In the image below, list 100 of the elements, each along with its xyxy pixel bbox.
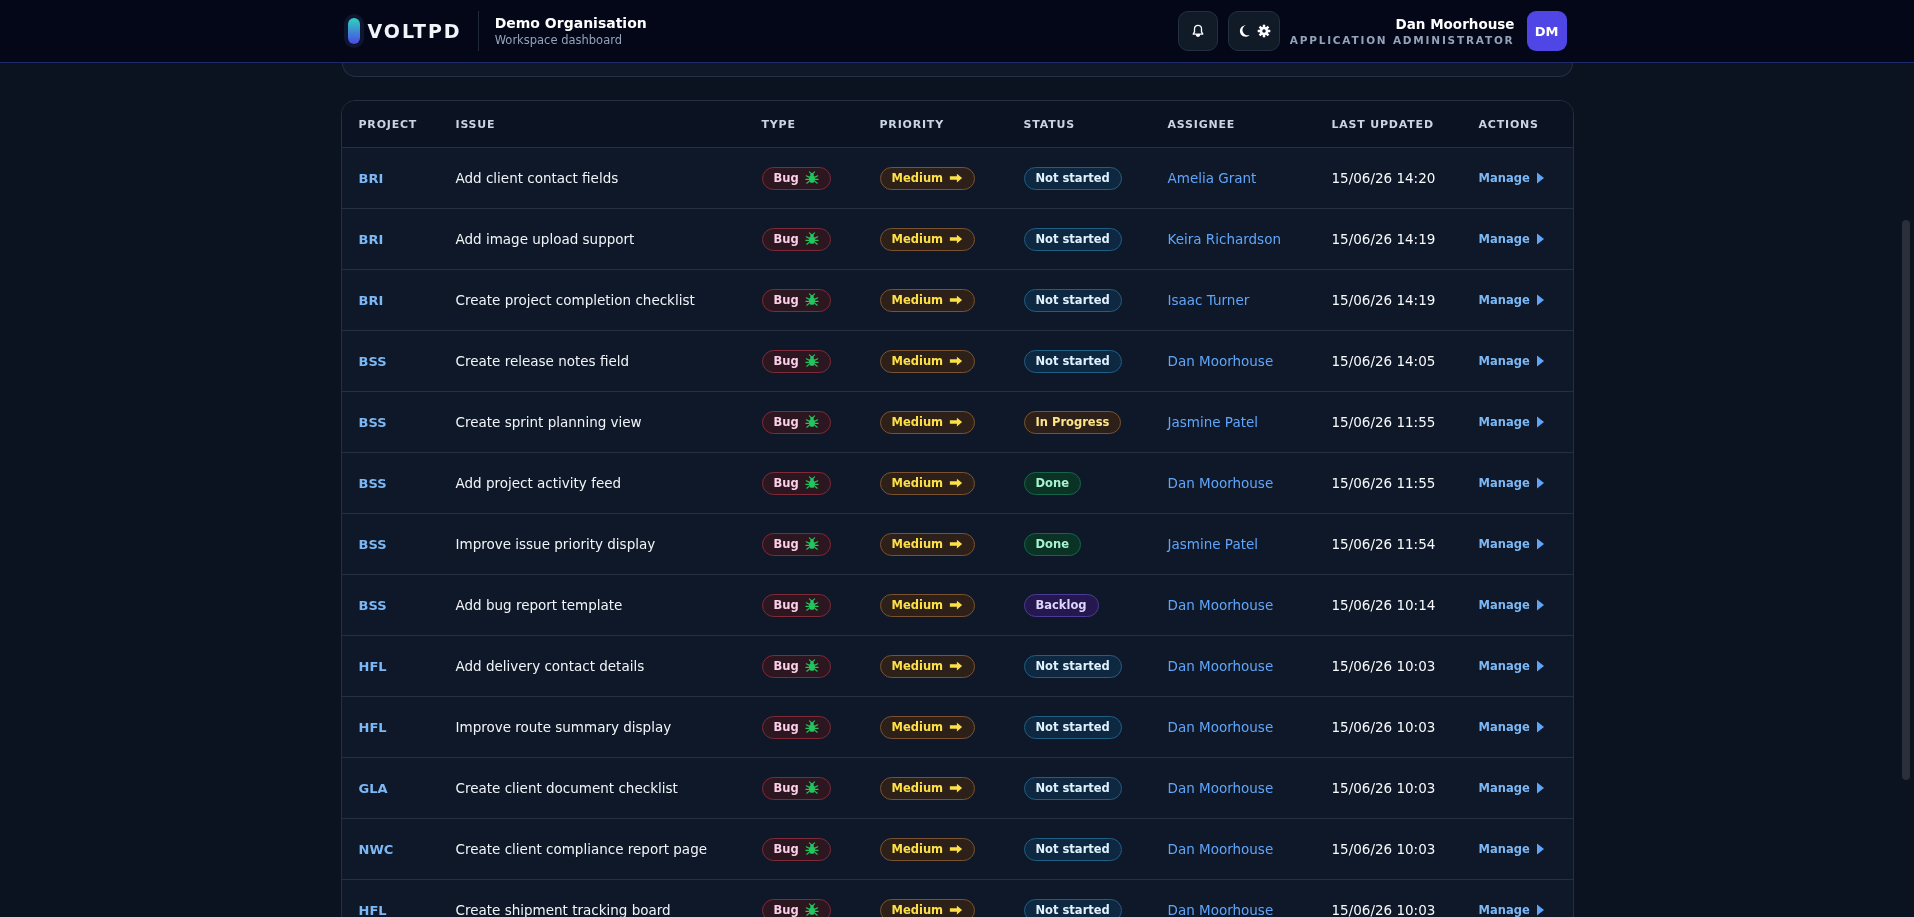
priority-badge: Medium: [879, 715, 976, 739]
table-cell: 15/06/26 10:03: [1331, 780, 1436, 796]
caret-icon: [1535, 172, 1545, 184]
bug-icon: [804, 354, 819, 368]
assignee-link[interactable]: Dan Moorhouse: [1167, 353, 1274, 369]
manage-link[interactable]: Manage: [1478, 720, 1545, 734]
status-badge: Not started: [1023, 654, 1122, 678]
issue-title: Add project activity feed: [455, 475, 622, 491]
project-link[interactable]: HFL: [358, 658, 387, 674]
user-name: Dan Moorhouse: [1395, 16, 1515, 32]
issue-title: Add bug report template: [455, 597, 623, 613]
bug-icon: [804, 232, 819, 246]
manage-link[interactable]: Manage: [1478, 842, 1545, 856]
project-link[interactable]: NWC: [358, 841, 394, 857]
type-badge: Bug: [761, 532, 831, 556]
project-link[interactable]: BRI: [358, 292, 384, 308]
assignee-link[interactable]: Dan Moorhouse: [1167, 597, 1274, 613]
manage-link[interactable]: Manage: [1478, 781, 1545, 795]
arrow-icon: [949, 781, 964, 795]
table-cell: 15/06/26 14:05: [1331, 353, 1436, 369]
assignee-link[interactable]: Dan Moorhouse: [1167, 475, 1274, 491]
table-cell: 15/06/26 14:20: [1331, 170, 1436, 186]
priority-badge: Medium: [879, 471, 976, 495]
assignee-link[interactable]: Amelia Grant: [1167, 170, 1257, 186]
project-link[interactable]: HFL: [358, 719, 387, 735]
organisation-name: Demo Organisation: [494, 15, 647, 31]
table-cell: 15/06/26 14:19: [1331, 231, 1436, 247]
bug-icon: [804, 415, 819, 429]
status-badge: Not started: [1023, 715, 1122, 739]
bug-icon: [804, 781, 819, 795]
type-badge: Bug: [761, 898, 831, 917]
project-link[interactable]: BSS: [358, 475, 387, 491]
project-link[interactable]: BSS: [358, 536, 387, 552]
caret-icon: [1535, 843, 1545, 855]
status-badge: Not started: [1023, 349, 1122, 373]
scrollbar[interactable]: [1902, 220, 1910, 780]
manage-link[interactable]: Manage: [1478, 476, 1545, 490]
caret-icon: [1535, 477, 1545, 489]
column-header: STATUS: [1023, 117, 1075, 131]
type-badge: Bug: [761, 471, 831, 495]
assignee-link[interactable]: Jasmine Patel: [1167, 536, 1258, 552]
gear-icon: [1256, 24, 1271, 38]
assignee-link[interactable]: Dan Moorhouse: [1167, 841, 1274, 857]
caret-icon: [1535, 660, 1545, 672]
manage-link[interactable]: Manage: [1478, 232, 1545, 246]
table-cell: 15/06/26 10:03: [1331, 719, 1436, 735]
bug-icon: [804, 598, 819, 612]
priority-badge: Medium: [879, 654, 976, 678]
notifications-button[interactable]: [1177, 11, 1218, 51]
project-link[interactable]: BRI: [358, 231, 384, 247]
caret-icon: [1535, 782, 1545, 794]
status-badge: Done: [1023, 532, 1081, 556]
column-header: ACTIONS: [1478, 117, 1539, 131]
bug-icon: [804, 903, 819, 917]
bug-icon: [804, 171, 819, 185]
manage-link[interactable]: Manage: [1478, 598, 1545, 612]
assignee-link[interactable]: Jasmine Patel: [1167, 414, 1258, 430]
table-cell: 15/06/26 11:54: [1331, 536, 1436, 552]
caret-icon: [1535, 416, 1545, 428]
status-badge: Done: [1023, 471, 1081, 495]
project-link[interactable]: HFL: [358, 902, 387, 917]
assignee-link[interactable]: Dan Moorhouse: [1167, 902, 1274, 917]
assignee-link[interactable]: Dan Moorhouse: [1167, 780, 1274, 796]
issue-title: Improve issue priority display: [455, 536, 656, 552]
caret-icon: [1535, 538, 1545, 550]
manage-link[interactable]: Manage: [1478, 659, 1545, 673]
assignee-link[interactable]: Keira Richardson: [1167, 231, 1281, 247]
manage-link[interactable]: Manage: [1478, 354, 1545, 368]
table-cell: 15/06/26 11:55: [1331, 475, 1436, 491]
manage-link[interactable]: Manage: [1478, 293, 1545, 307]
bug-icon: [804, 293, 819, 307]
caret-icon: [1535, 355, 1545, 367]
assignee-link[interactable]: Dan Moorhouse: [1167, 658, 1274, 674]
status-badge: Not started: [1023, 898, 1122, 917]
project-link[interactable]: BRI: [358, 170, 384, 186]
issue-title: Create sprint planning view: [455, 414, 642, 430]
type-badge: Bug: [761, 166, 831, 190]
arrow-icon: [949, 903, 964, 917]
user-avatar[interactable]: DM: [1526, 11, 1567, 51]
manage-link[interactable]: Manage: [1478, 415, 1545, 429]
arrow-icon: [949, 720, 964, 734]
column-header: LAST UPDATED: [1331, 117, 1434, 131]
project-link[interactable]: BSS: [358, 597, 387, 613]
project-link[interactable]: BSS: [358, 353, 387, 369]
manage-link[interactable]: Manage: [1478, 171, 1545, 185]
assignee-link[interactable]: Dan Moorhouse: [1167, 719, 1274, 735]
manage-link[interactable]: Manage: [1478, 537, 1545, 551]
type-badge: Bug: [761, 288, 831, 312]
bug-icon: [804, 842, 819, 856]
priority-badge: Medium: [879, 288, 976, 312]
assignee-link[interactable]: Isaac Turner: [1167, 292, 1250, 308]
manage-link[interactable]: Manage: [1478, 903, 1545, 917]
project-link[interactable]: GLA: [358, 780, 388, 796]
table-cell: 15/06/26 14:19: [1331, 292, 1436, 308]
bug-icon: [804, 537, 819, 551]
theme-button[interactable]: [1227, 11, 1280, 51]
status-badge: Not started: [1023, 288, 1122, 312]
caret-icon: [1535, 233, 1545, 245]
project-link[interactable]: BSS: [358, 414, 387, 430]
status-badge: Not started: [1023, 776, 1122, 800]
